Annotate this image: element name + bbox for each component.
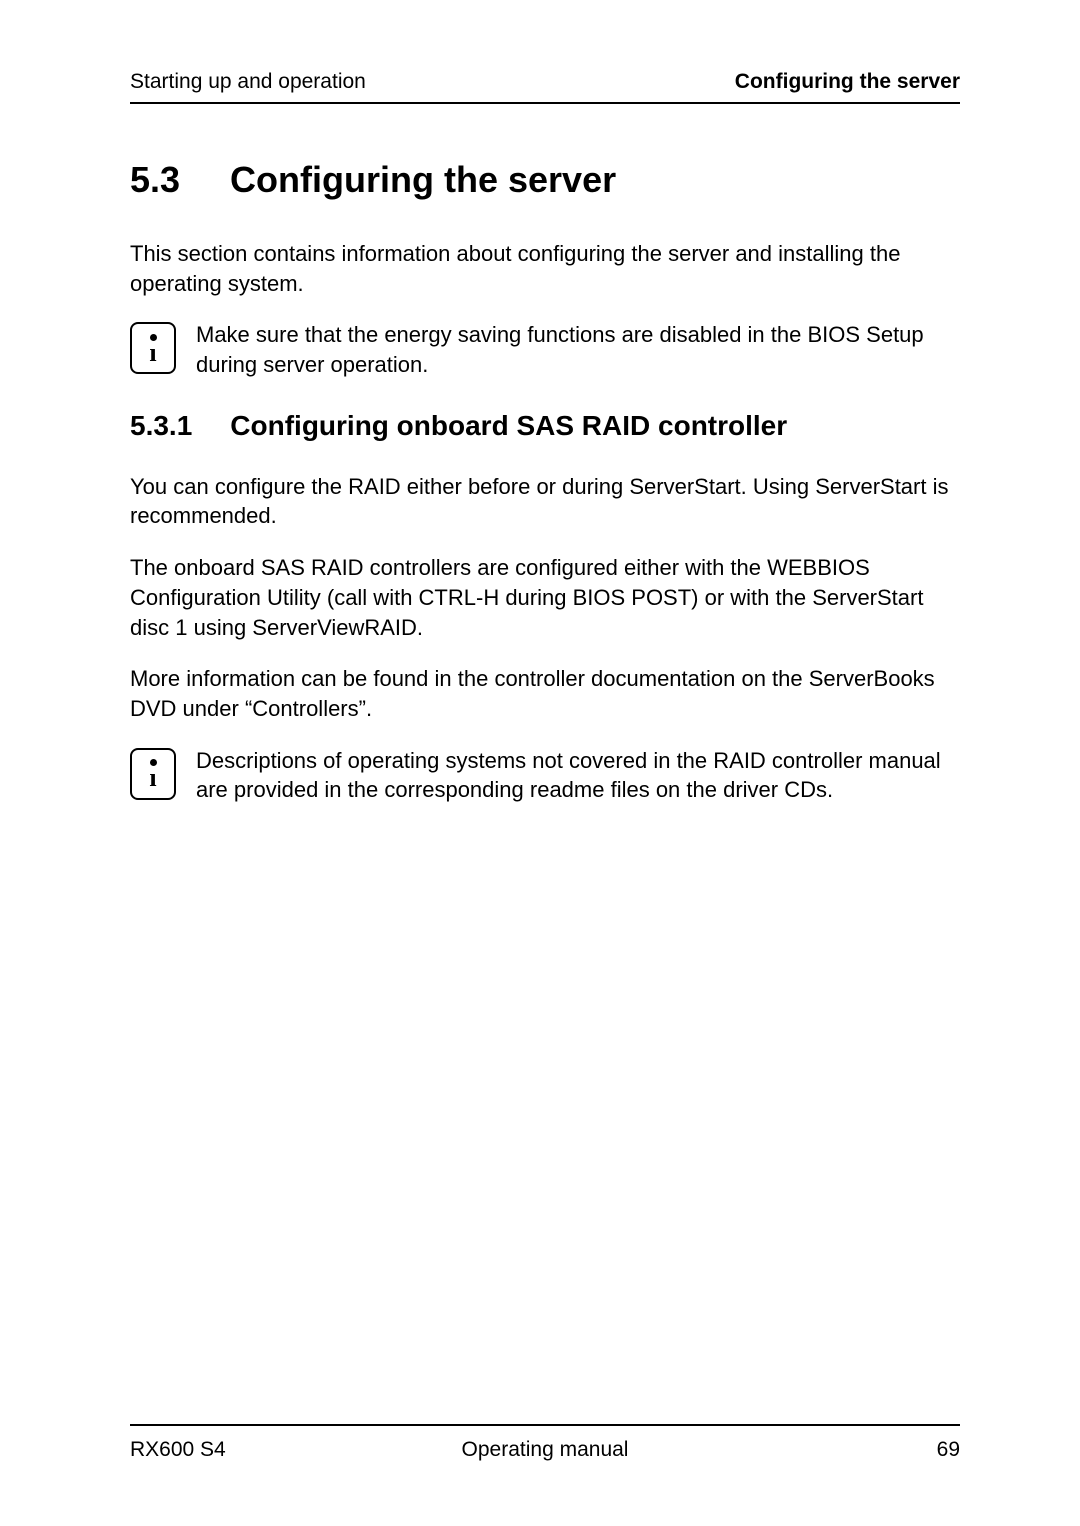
subsection-para-2: The onboard SAS RAID controllers are con… bbox=[130, 553, 960, 642]
header-chapter: Starting up and operation bbox=[130, 70, 366, 94]
section-heading: 5.3 Configuring the server bbox=[130, 159, 960, 201]
subsection-para-1: You can configure the RAID either before… bbox=[130, 472, 960, 531]
running-header: Starting up and operation Configuring th… bbox=[130, 70, 960, 104]
footer-page-number: 69 bbox=[683, 1438, 960, 1462]
running-footer: RX600 S4 Operating manual 69 bbox=[130, 1438, 960, 1462]
section-title: Configuring the server bbox=[230, 159, 616, 201]
subsection-title: Configuring onboard SAS RAID controller bbox=[230, 410, 787, 442]
info-note-text: Make sure that the energy saving functio… bbox=[196, 320, 960, 379]
footer-rule bbox=[130, 1424, 960, 1426]
section-number: 5.3 bbox=[130, 159, 180, 201]
header-section: Configuring the server bbox=[735, 70, 960, 94]
section-intro: This section contains information about … bbox=[130, 239, 960, 298]
footer-model: RX600 S4 bbox=[130, 1438, 407, 1462]
info-note-2: ı Descriptions of operating systems not … bbox=[130, 746, 960, 805]
subsection-heading: 5.3.1 Configuring onboard SAS RAID contr… bbox=[130, 410, 960, 442]
page: Starting up and operation Configuring th… bbox=[0, 0, 1080, 1526]
info-icon-stem: ı bbox=[149, 344, 156, 362]
subsection-number: 5.3.1 bbox=[130, 410, 192, 442]
info-icon-stem: ı bbox=[149, 769, 156, 787]
info-icon: ı bbox=[130, 322, 176, 374]
subsection-para-3: More information can be found in the con… bbox=[130, 664, 960, 723]
info-note-2-text: Descriptions of operating systems not co… bbox=[196, 746, 960, 805]
info-note: ı Make sure that the energy saving funct… bbox=[130, 320, 960, 379]
footer-doc-title: Operating manual bbox=[407, 1438, 684, 1462]
info-icon: ı bbox=[130, 748, 176, 800]
